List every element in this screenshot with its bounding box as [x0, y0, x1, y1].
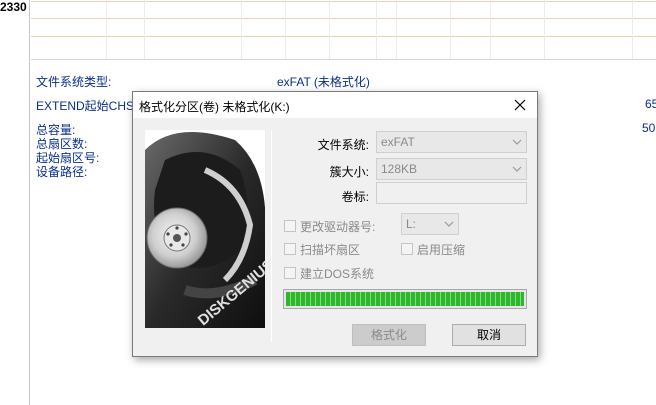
fs-type-label: 文件系统类型:: [36, 75, 112, 89]
drive-letter-select[interactable]: L:: [401, 213, 459, 235]
checkbox-box: [284, 243, 296, 255]
checkbox-box: [284, 267, 296, 279]
checkbox-box: [284, 220, 296, 232]
checkbox-box: [401, 243, 413, 255]
filesystem-label: 文件系统:: [317, 138, 369, 152]
cluster-size-label: 簇大小:: [329, 165, 369, 179]
dialog-title: 格式化分区(卷) 未格式化(K:): [139, 100, 290, 114]
chevron-down-icon: [512, 166, 522, 172]
filesystem-select-value: exFAT: [381, 135, 415, 149]
dialog-titlebar[interactable]: 格式化分区(卷) 未格式化(K:): [133, 92, 537, 118]
vertical-divider: [271, 130, 272, 342]
format-dialog: 格式化分区(卷) 未格式化(K:) DISKGENIUS 文件系统: exFAT…: [132, 91, 538, 357]
filesystem-select[interactable]: exFAT: [376, 131, 527, 153]
left-number: 2330: [0, 0, 27, 14]
cluster-size-select-value: 128KB: [381, 162, 418, 176]
total-capacity-value: 50: [642, 121, 656, 135]
extend-chs-label: EXTEND起始CHS: [36, 99, 135, 113]
format-progress-bar: [283, 289, 527, 309]
change-drive-letter-text: 更改驱动器号:: [300, 220, 376, 234]
create-dos-text: 建立DOS系统: [300, 267, 375, 281]
left-panel: 2330: [0, 0, 30, 405]
chevron-down-icon: [444, 221, 454, 227]
format-button[interactable]: 格式化: [352, 324, 426, 346]
table-area: [31, 0, 656, 60]
volume-label-input[interactable]: [376, 182, 527, 204]
close-icon[interactable]: [511, 96, 529, 114]
enable-compression-text: 启用压缩: [417, 243, 466, 257]
cluster-size-select[interactable]: 128KB: [376, 158, 527, 180]
extend-chs-value: 65: [645, 97, 656, 111]
fs-type-value: exFAT (未格式化): [277, 75, 370, 89]
chevron-down-icon: [512, 139, 522, 145]
scan-bad-sectors-text: 扫描坏扇区: [300, 243, 361, 257]
diskgenius-hdd-image: DISKGENIUS: [145, 130, 265, 328]
drive-letter-select-value: L:: [406, 217, 417, 231]
volume-label-label: 卷标:: [341, 190, 369, 204]
device-path-label: 设备路径:: [36, 165, 88, 179]
progress-fill: [286, 292, 524, 306]
cancel-button[interactable]: 取消: [452, 324, 526, 346]
